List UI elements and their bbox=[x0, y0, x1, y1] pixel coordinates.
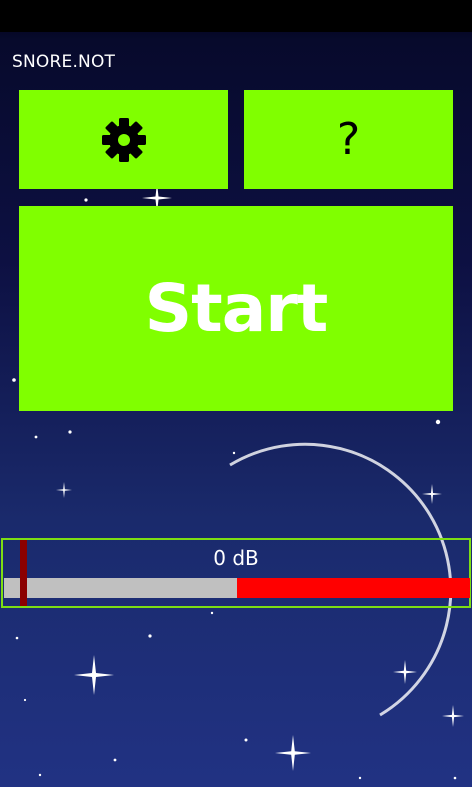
sound-level-meter[interactable]: 0 dB bbox=[1, 538, 471, 608]
question-mark-icon: ? bbox=[336, 114, 361, 165]
start-button-label: Start bbox=[144, 270, 329, 347]
settings-button[interactable] bbox=[19, 90, 228, 189]
level-needle bbox=[20, 540, 27, 606]
help-button[interactable]: ? bbox=[244, 90, 453, 189]
threshold-track[interactable] bbox=[4, 578, 470, 598]
sound-level-readout: 0 dB bbox=[213, 546, 259, 570]
gear-icon bbox=[101, 117, 146, 162]
below-threshold-range bbox=[4, 578, 237, 598]
start-button[interactable]: Start bbox=[19, 206, 453, 411]
app-screen: SNORE.NOT ? Start 0 dB bbox=[0, 0, 472, 787]
app-title: SNORE.NOT bbox=[12, 52, 116, 72]
